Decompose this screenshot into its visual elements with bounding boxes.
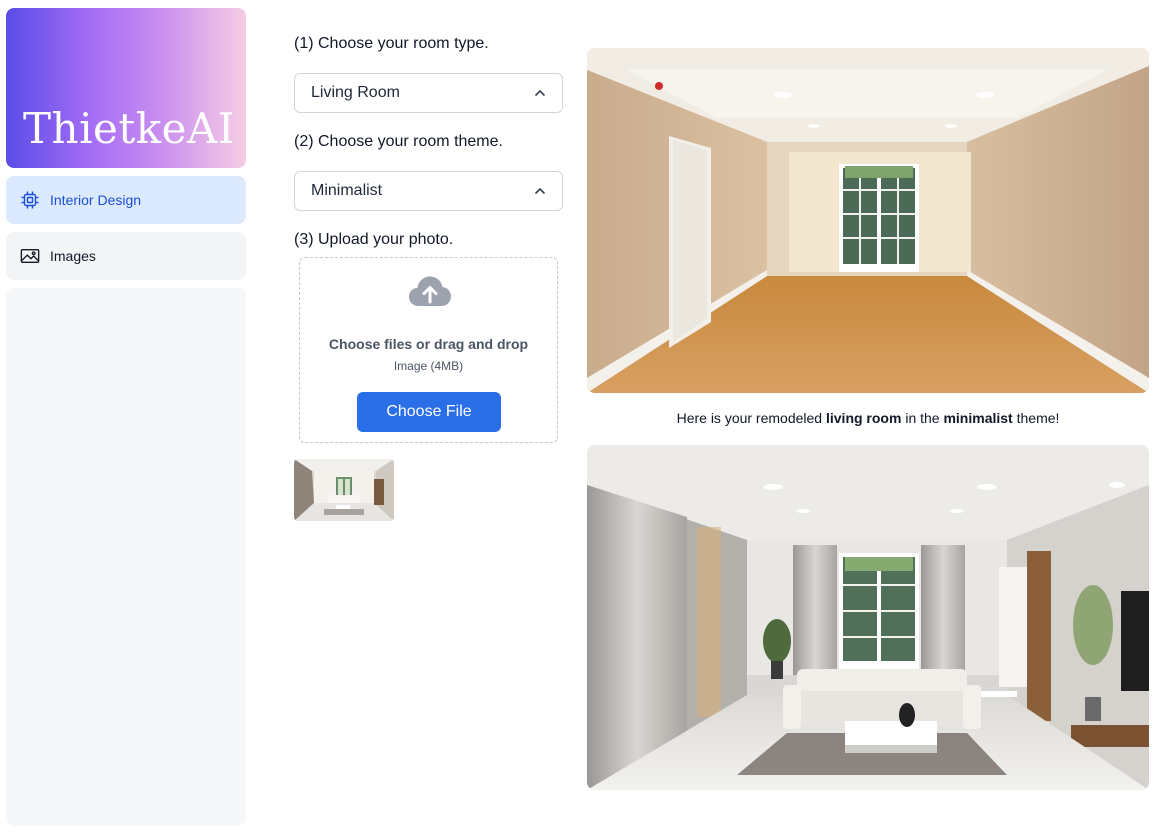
sidebar-item-label: Interior Design: [50, 192, 142, 208]
upload-dropzone[interactable]: Choose files or drag and drop Image (4MB…: [299, 257, 558, 443]
room-type-label: (1) Choose your room type.: [294, 35, 489, 52]
dropzone-hint: Image (4MB): [393, 359, 464, 373]
sidebar-item-images[interactable]: Images: [6, 232, 246, 280]
sidebar-item-interior-design[interactable]: Interior Design: [6, 176, 246, 224]
sidebar-item-label: Images: [50, 248, 96, 264]
uploaded-photo-thumbnail[interactable]: [294, 459, 394, 521]
dropzone-title: Choose files or drag and drop: [328, 336, 529, 352]
choose-file-button[interactable]: Choose File: [357, 392, 501, 432]
caption-suffix: theme!: [1016, 410, 1060, 426]
cpu-chip-icon: [20, 190, 40, 210]
caption-theme: minimalist: [943, 410, 1013, 426]
room-theme-label: (2) Choose your room theme.: [294, 133, 503, 150]
caption-prefix: Here is your remodeled: [676, 410, 823, 426]
result-caption: Here is your remodeled living room in th…: [587, 410, 1149, 426]
room-theme-select[interactable]: Minimalist: [294, 171, 563, 211]
upload-photo-label: (3) Upload your photo.: [294, 231, 454, 248]
cloud-upload-icon: [407, 272, 453, 312]
chevron-up-icon: [534, 182, 546, 200]
chevron-up-icon: [534, 84, 546, 102]
remodeled-room-photo: [587, 445, 1149, 790]
logo-text: ThietkeAI: [23, 104, 235, 153]
app-logo: ThietkeAI: [6, 8, 246, 168]
caption-room: living room: [825, 410, 902, 426]
room-type-value: Living Room: [311, 84, 400, 101]
caption-middle: in the: [905, 410, 940, 426]
room-theme-value: Minimalist: [311, 182, 383, 199]
sidebar-panel: [6, 288, 246, 826]
image-icon: [20, 246, 40, 266]
room-type-select[interactable]: Living Room: [294, 73, 563, 113]
original-room-photo: [587, 48, 1149, 393]
